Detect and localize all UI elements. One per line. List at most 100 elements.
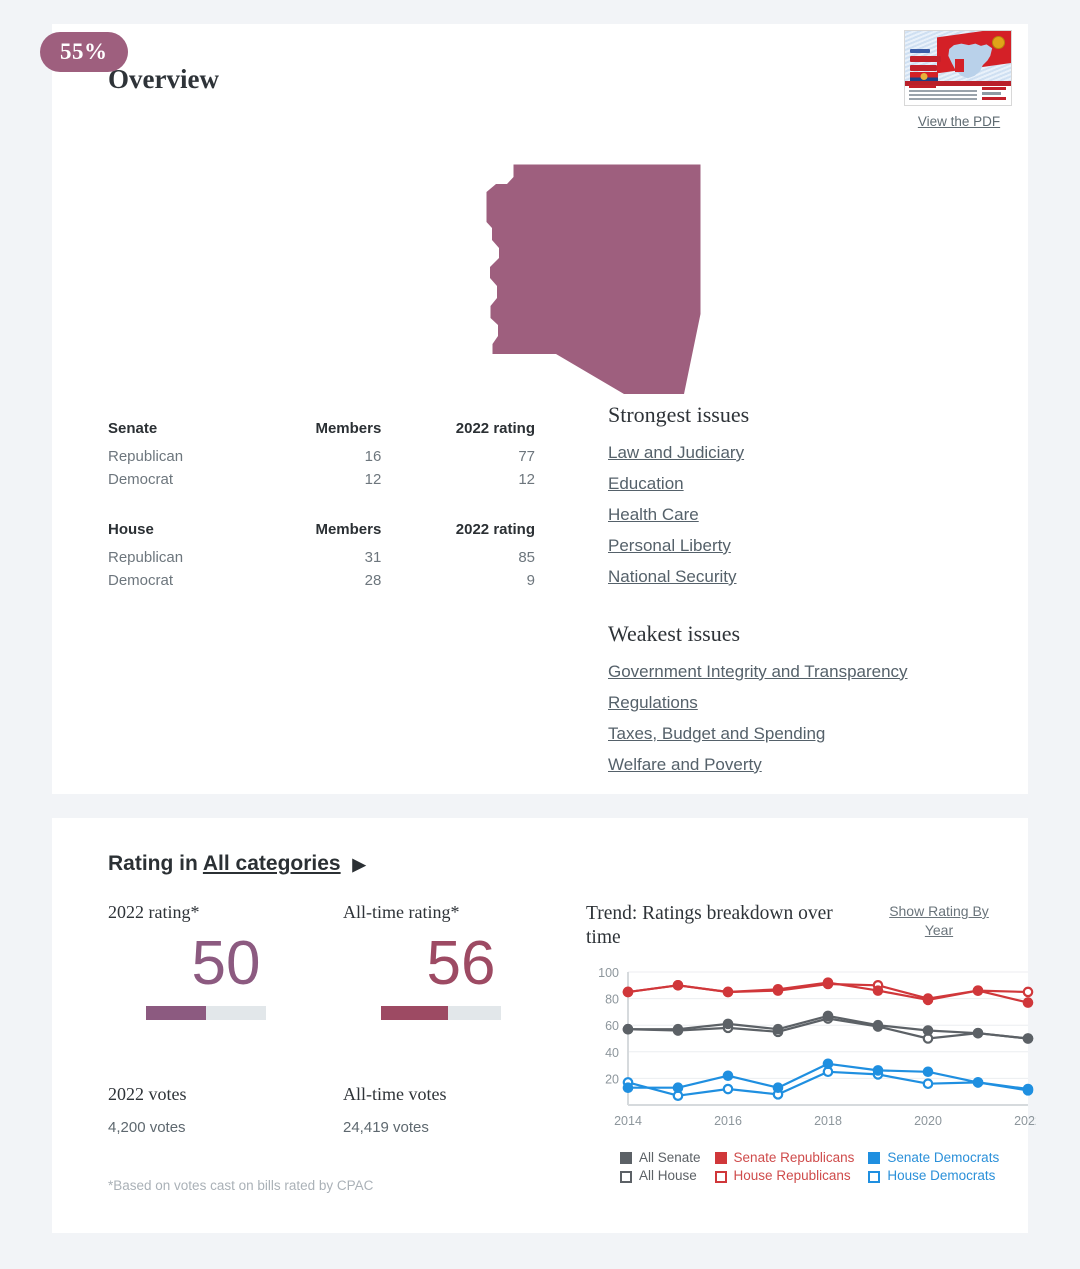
svg-text:80: 80 <box>605 992 619 1006</box>
members-count: 31 <box>364 549 382 566</box>
metric-votes-2022: 2022 votes 4,200 votes <box>108 1084 343 1136</box>
col-rating: 2022 rating <box>455 521 535 538</box>
legend-item: Senate Democrats <box>868 1150 999 1167</box>
metric-rating-alltime: All-time rating* 56 <box>343 902 578 1021</box>
page-title: Overview <box>108 64 219 94</box>
rating-value: 85 <box>518 549 535 566</box>
legend-item: All House <box>620 1168 701 1185</box>
party-name: Democrat <box>108 572 174 589</box>
pdf-preview[interactable]: View the PDF <box>904 30 1014 129</box>
progress-bar <box>381 1006 501 1021</box>
issue-link[interactable]: Welfare and Poverty <box>608 754 1038 777</box>
svg-text:2020: 2020 <box>914 1114 942 1128</box>
category-selector[interactable]: All categories <box>203 852 341 875</box>
legend-group-all: All Senate All House <box>620 1150 701 1186</box>
chamber-label-senate: Senate <box>108 420 158 437</box>
legend-item: All Senate <box>620 1150 701 1167</box>
legend-swatch-filled <box>620 1152 632 1164</box>
legend-label: Senate Republicans <box>733 1149 855 1165</box>
issue-link[interactable]: Personal Liberty <box>608 535 1038 558</box>
metric-votes-alltime: All-time votes 24,419 votes <box>343 1084 578 1136</box>
metric-label: 2022 rating* <box>108 902 200 922</box>
col-members: Members <box>315 420 382 437</box>
svg-text:2014: 2014 <box>614 1114 642 1128</box>
legend-item: House Democrats <box>868 1168 999 1185</box>
chevron-right-icon[interactable]: ▶ <box>352 855 365 874</box>
table-spacer <box>108 491 535 519</box>
table-row: Republican 31 85 <box>108 546 535 569</box>
issue-link[interactable]: Taxes, Budget and Spending <box>608 723 1038 746</box>
strongest-issues-title: Strongest issues <box>608 402 750 427</box>
table-row: Democrat 28 9 <box>108 569 535 592</box>
trend-line-chart: 20 40 60 80 100 2014 2016 2018 2020 2022 <box>598 966 1042 1128</box>
show-rating-by-year-link[interactable]: Show Rating By Year <box>879 902 999 940</box>
score-badge: 55% <box>40 32 128 72</box>
rating-body: 2022 rating* 50 All-time rating* 56 2022… <box>80 902 1042 1193</box>
legend-group-republicans: Senate Republicans House Republicans <box>714 1149 855 1186</box>
issue-link[interactable]: Regulations <box>608 692 1038 715</box>
house-table: House Members 2022 rating Republican 31 … <box>108 519 535 592</box>
legend-label: All House <box>639 1168 697 1184</box>
issue-link[interactable]: Education <box>608 473 1038 496</box>
legend-swatch-filled <box>868 1152 881 1164</box>
rating-heading-prefix: Rating in <box>108 852 198 875</box>
table-row: Democrat 12 12 <box>108 468 535 491</box>
svg-text:2016: 2016 <box>714 1114 742 1128</box>
weakest-issues-title: Weakest issues <box>608 620 741 646</box>
legend-group-democrats: Senate Democrats House Democrats <box>868 1150 999 1186</box>
chamber-label-house: House <box>108 521 154 538</box>
senate-table: Senate Members 2022 rating Republican 16… <box>108 418 535 491</box>
party-name: Republican <box>108 549 184 566</box>
metric-label: All-time rating* <box>343 902 460 922</box>
overview-card: Overview View the PDF Senate Members 202… <box>52 24 1028 794</box>
votes-value: 4,200 votes <box>108 1119 186 1137</box>
view-pdf-link[interactable]: View the PDF <box>904 114 1014 129</box>
table-header-row: Senate Members 2022 rating <box>108 418 535 445</box>
svg-text:100: 100 <box>598 966 619 980</box>
legend-label: House Democrats <box>887 1168 996 1184</box>
trend-chart-panel: Trend: Ratings breakdown over time Show … <box>578 902 1042 1193</box>
issues-panel: Strongest issues Law and Judiciary Educa… <box>608 402 1038 784</box>
progress-bar <box>146 1006 266 1021</box>
page-root: 55% Overview View the PDF Senate Members… <box>0 24 1080 1234</box>
chart-legend: All Senate All House Senate Republicans <box>586 1150 1036 1186</box>
footnote: *Based on votes cast on bills rated by C… <box>108 1178 374 1194</box>
legend-swatch-hollow <box>868 1170 881 1183</box>
svg-text:60: 60 <box>605 1019 619 1033</box>
chart-header: Trend: Ratings breakdown over time Show … <box>586 902 1036 950</box>
issue-link[interactable]: Government Integrity and Transparency <box>608 661 1038 684</box>
chart-canvas: 20 40 60 80 100 2014 2016 2018 2020 2022 <box>586 964 1042 1144</box>
issue-link[interactable]: Law and Judiciary <box>608 442 1038 465</box>
svg-text:20: 20 <box>605 1072 619 1086</box>
party-name: Republican <box>108 448 184 465</box>
legend-swatch-hollow <box>714 1170 727 1183</box>
legend-swatch-filled <box>714 1152 727 1164</box>
members-count: 28 <box>364 572 382 589</box>
col-rating: 2022 rating <box>455 420 535 437</box>
rating-value: 12 <box>518 471 535 488</box>
svg-text:2022: 2022 <box>1014 1114 1036 1128</box>
chamber-stats: Senate Members 2022 rating Republican 16… <box>80 418 535 592</box>
legend-label: Senate Democrats <box>887 1149 1000 1165</box>
pdf-thumbnail-image[interactable] <box>904 30 1012 106</box>
legend-label: House Republicans <box>733 1168 851 1184</box>
metric-value: 56 <box>426 929 496 998</box>
metrics-column: 2022 rating* 50 All-time rating* 56 2022… <box>108 902 578 1193</box>
svg-text:2018: 2018 <box>814 1114 842 1128</box>
issue-link[interactable]: National Security <box>608 566 1038 589</box>
members-count: 12 <box>364 471 382 488</box>
legend-item: House Republicans <box>714 1168 855 1185</box>
col-members: Members <box>315 521 382 538</box>
votes-value: 24,419 votes <box>343 1119 429 1137</box>
chart-title: Trend: Ratings breakdown over time <box>586 903 833 948</box>
rating-value: 9 <box>526 572 535 589</box>
table-header-row: House Members 2022 rating <box>108 519 535 546</box>
votes-label: All-time votes <box>343 1084 447 1105</box>
state-map-arizona <box>452 132 712 402</box>
metric-value: 50 <box>191 929 261 998</box>
legend-label: All Senate <box>639 1149 701 1165</box>
party-name: Democrat <box>108 471 174 488</box>
rating-card: Rating in All categories ▶ 2022 rating* … <box>52 818 1042 1234</box>
ratings-row: 2022 rating* 50 All-time rating* 56 <box>108 902 578 1021</box>
issue-link[interactable]: Health Care <box>608 504 1038 527</box>
